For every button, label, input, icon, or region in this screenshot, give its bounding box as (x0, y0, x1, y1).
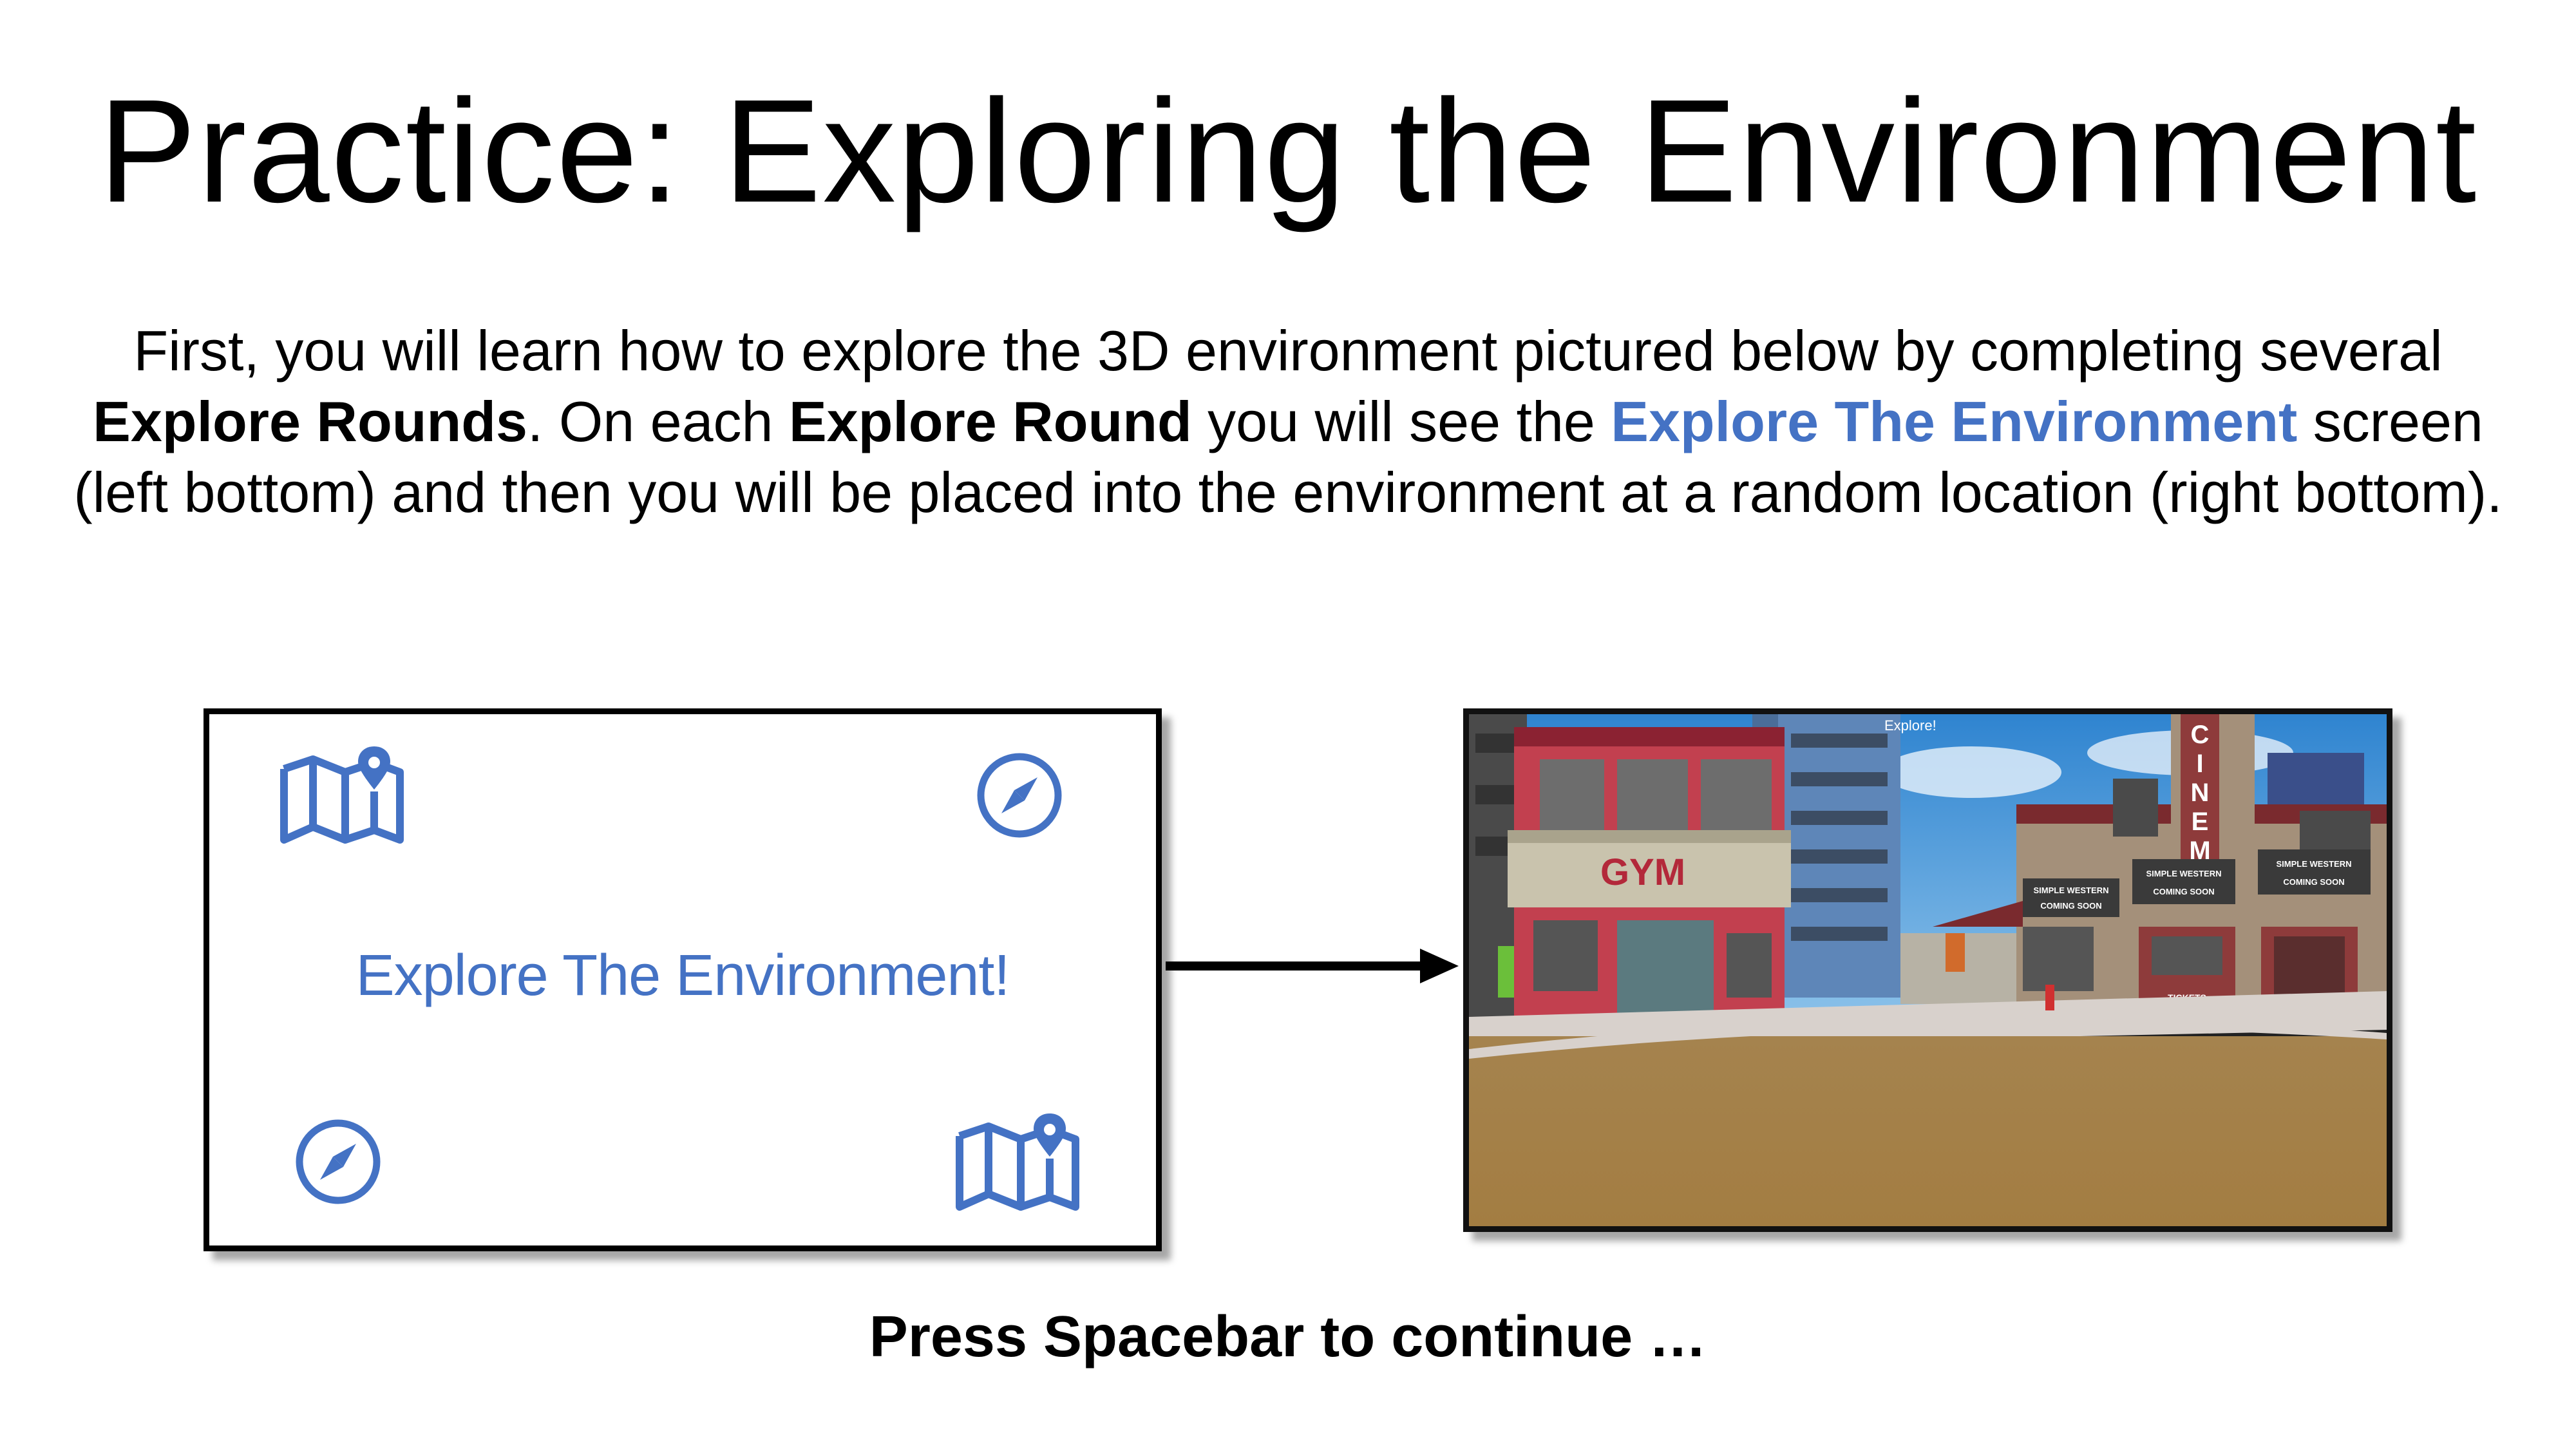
intro-text-2: . On each (527, 390, 789, 453)
arrow-right-icon (1166, 943, 1462, 992)
map-pin-icon (278, 743, 406, 849)
cinema-letter: N (2191, 779, 2210, 807)
explore-label: Explore! (1884, 717, 1937, 734)
explore-heading: Explore The Environment! (355, 943, 1010, 1008)
intro-paragraph: First, you will learn how to explore the… (39, 316, 2537, 528)
intro-text-3: you will see the (1191, 390, 1611, 453)
intro-highlight: Explore The Environment (1611, 390, 2298, 453)
page-title: Practice: Exploring the Environment (0, 68, 2576, 235)
marquee-text: COMING SOON (2040, 901, 2101, 911)
cinema-letter: E (2192, 808, 2209, 836)
intro-bold-1: Explore Rounds (93, 390, 527, 453)
map-pin-icon (953, 1110, 1082, 1217)
title-strong: Practice (98, 70, 639, 233)
title-rest: : Exploring the Environment (639, 70, 2478, 233)
intro-text-1: First, you will learn how to explore the… (133, 319, 2443, 383)
cinema-letter: I (2196, 750, 2203, 778)
gym-sign: GYM (1600, 851, 1685, 893)
compass-icon (974, 750, 1065, 844)
marquee-text: COMING SOON (2283, 877, 2344, 887)
marquee-text: SIMPLE WESTERN (2146, 869, 2221, 878)
continue-prompt: Press Spacebar to continue … (869, 1305, 1707, 1369)
marquee-text: COMING SOON (2153, 887, 2214, 896)
explore-screen-panel: Explore The Environment! (204, 708, 1162, 1251)
compass-icon (293, 1117, 383, 1210)
environment-view-panel: Explore! GYM C I N E M SIMPLE WESTERN CO… (1463, 708, 2392, 1232)
marquee-text: SIMPLE WESTERN (2033, 886, 2108, 895)
environment-scene: Explore! GYM C I N E M SIMPLE WESTERN CO… (1469, 714, 2387, 1226)
marquee-text: SIMPLE WESTERN (2276, 859, 2351, 869)
cinema-letter: C (2191, 721, 2210, 749)
intro-bold-2: Explore Round (788, 390, 1192, 453)
